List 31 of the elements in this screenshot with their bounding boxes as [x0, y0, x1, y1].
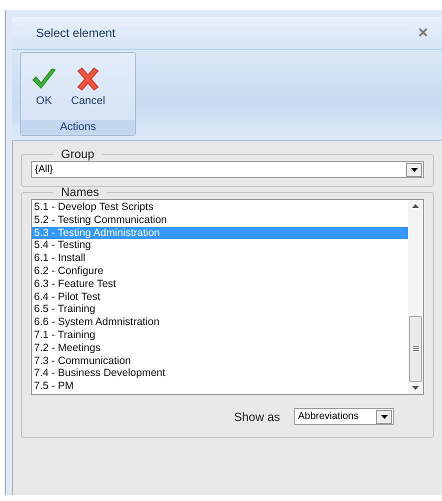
cross-icon	[75, 67, 102, 91]
checkmark-icon	[31, 67, 57, 91]
show-as-dropdown[interactable]: Abbreviations	[294, 408, 394, 425]
close-button[interactable]: ×	[404, 23, 442, 43]
list-item[interactable]: 5.1 - Develop Test Scripts	[32, 201, 408, 214]
grip-icon	[412, 346, 418, 352]
scroll-up-icon[interactable]	[412, 204, 419, 208]
scroll-down-icon[interactable]	[412, 386, 419, 390]
show-as-label: Show as	[234, 410, 280, 424]
list-item[interactable]: 6.6 - System Admnistration	[32, 316, 408, 329]
list-item[interactable]: 7.4 - Business Development	[32, 367, 408, 380]
list-item[interactable]: 6.5 - Training	[32, 303, 408, 316]
list-item[interactable]: 7.2 - Meetings	[32, 342, 408, 355]
scrollbar-thumb[interactable]	[409, 316, 422, 382]
list-item[interactable]: 6.1 - Install	[32, 252, 408, 265]
ok-button[interactable]: OK	[27, 67, 61, 120]
list-item[interactable]: 6.4 - Pilot Test	[32, 290, 408, 304]
list-item[interactable]: 7.5 - PM	[32, 380, 408, 393]
scrollbar[interactable]	[408, 200, 423, 394]
group-label: Actions	[21, 120, 135, 135]
list-item[interactable]: 7.3 - Communication	[32, 354, 408, 368]
cancel-button[interactable]: Cancel	[67, 67, 110, 120]
list-item[interactable]: 5.4 - Testing	[32, 239, 408, 252]
group-dropdown[interactable]: {All}	[31, 161, 424, 178]
list-item[interactable]: 7.1 - Training	[32, 328, 408, 342]
list-item[interactable]: 6.2 - Configure	[32, 264, 408, 278]
list-item[interactable]: 5.2 - Testing Communication	[32, 214, 408, 227]
names-legend: Names	[53, 185, 108, 199]
window-title: Select element	[35, 26, 116, 40]
list-item[interactable]: 6.3 - Feature Test	[32, 278, 408, 291]
group-legend: Group	[53, 147, 102, 161]
